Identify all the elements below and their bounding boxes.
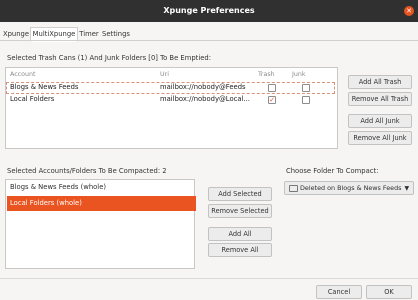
remove-all-button[interactable]: Remove All (208, 243, 272, 257)
junk-checkbox[interactable] (302, 96, 310, 104)
tab-divider (0, 40, 418, 41)
table-cell-account[interactable]: Local Folders (10, 95, 150, 103)
choose-folder-value: Deleted on Blogs & News Feeds (300, 184, 402, 192)
remove-selected-button[interactable]: Remove Selected (208, 204, 272, 218)
ok-button[interactable]: OK (366, 285, 412, 299)
remove-all-trash-button[interactable]: Remove All Trash (348, 92, 412, 106)
footer-divider (0, 278, 418, 279)
close-icon[interactable]: ✕ (404, 6, 414, 16)
trash-junk-table (5, 67, 338, 149)
column-header-account[interactable]: Account (10, 71, 35, 78)
table-cell-uri[interactable]: mailbox://nobody@Local... (160, 95, 252, 103)
table-cell-uri[interactable]: mailbox://nobody@Feeds (160, 83, 252, 91)
list-item[interactable]: Blogs & News Feeds (whole) (7, 180, 196, 195)
list-item-selected[interactable]: Local Folders (whole) (7, 196, 196, 211)
choose-folder-dropdown[interactable]: Deleted on Blogs & News Feeds ▼ (284, 181, 414, 195)
folder-icon (289, 184, 298, 192)
table-cell-account[interactable]: Blogs & News Feeds (10, 83, 150, 91)
chevron-down-icon: ▼ (404, 185, 410, 192)
trash-section-heading: Selected Trash Cans (1) And Junk Folders… (7, 54, 211, 62)
column-header-trash[interactable]: Trash (258, 71, 275, 78)
choose-folder-label: Choose Folder To Compact: (286, 167, 379, 175)
junk-checkbox[interactable] (302, 84, 310, 92)
compact-section-heading: Selected Accounts/Folders To Be Compacte… (7, 167, 167, 175)
title-bar: Xpunge Preferences ✕ (0, 0, 418, 22)
trash-checkbox-checked[interactable]: ✓ (268, 96, 276, 104)
add-all-trash-button[interactable]: Add All Trash (348, 75, 412, 89)
column-header-junk[interactable]: Junk (292, 71, 306, 78)
window-title: Xpunge Preferences (163, 6, 255, 15)
add-selected-button[interactable]: Add Selected (208, 187, 272, 201)
remove-all-junk-button[interactable]: Remove All Junk (348, 131, 412, 145)
add-all-junk-button[interactable]: Add All Junk (348, 114, 412, 128)
column-header-uri[interactable]: Uri (160, 71, 169, 78)
cancel-button[interactable]: Cancel (316, 285, 362, 299)
trash-checkbox[interactable] (268, 84, 276, 92)
add-all-button[interactable]: Add All (208, 227, 272, 241)
